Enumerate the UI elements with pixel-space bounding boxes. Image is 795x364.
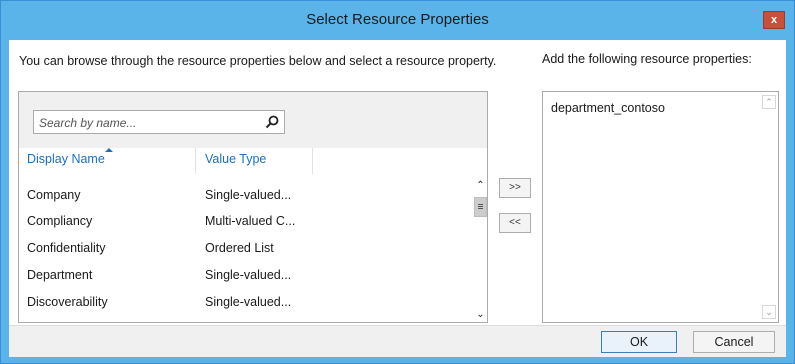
scroll-down-icon[interactable]: ⌄ xyxy=(762,305,776,319)
cancel-button[interactable]: Cancel xyxy=(693,331,775,353)
search-icon[interactable] xyxy=(264,114,280,130)
row-display-name: Department xyxy=(27,268,93,282)
scroll-thumb[interactable] xyxy=(474,197,487,217)
row-value-type: Single-valued... xyxy=(205,188,292,202)
ok-button[interactable]: OK xyxy=(601,331,677,353)
column-separator[interactable] xyxy=(195,148,196,174)
vertical-scrollbar[interactable]: ⌃ ⌄ xyxy=(473,178,487,322)
row-value-type: Ordered List xyxy=(205,241,274,255)
row-display-name: Compliancy xyxy=(27,214,93,228)
title-bar[interactable]: Select Resource Properties x xyxy=(1,1,794,40)
row-display-name: Discoverability xyxy=(27,295,108,309)
column-separator[interactable] xyxy=(312,148,313,174)
row-display-name: Company xyxy=(27,188,81,202)
sort-ascending-icon xyxy=(105,148,113,152)
column-header-display-name[interactable]: Display Name xyxy=(27,152,105,166)
dialog-window: Select Resource Properties x You can bro… xyxy=(0,0,795,364)
table-row[interactable]: Discoverability Single-valued... xyxy=(19,291,469,317)
selected-properties-list[interactable]: department_contoso ⌃ ⌄ xyxy=(542,91,779,323)
instructions-text: You can browse through the resource prop… xyxy=(19,54,497,68)
list-item[interactable]: department_contoso xyxy=(551,101,665,115)
scroll-up-icon[interactable]: ⌃ xyxy=(473,178,487,194)
selected-properties-label: Add the following resource properties: xyxy=(542,52,752,66)
dialog-body: You can browse through the resource prop… xyxy=(9,40,786,325)
search-placeholder: Search by name... xyxy=(39,116,137,130)
search-area: Search by name... xyxy=(19,92,487,148)
column-header-value-type[interactable]: Value Type xyxy=(205,152,266,166)
row-value-type: Single-valued... xyxy=(205,268,292,282)
grip-icon xyxy=(478,204,483,205)
scroll-down-icon[interactable]: ⌄ xyxy=(473,307,487,322)
close-button[interactable]: x xyxy=(763,11,785,29)
row-display-name: Confidentiality xyxy=(27,241,106,255)
dialog-footer: OK Cancel xyxy=(9,325,786,357)
remove-property-button[interactable]: << xyxy=(499,213,531,233)
available-properties-panel: Search by name... Display Name Value Typ… xyxy=(18,91,488,323)
table-row[interactable]: Compliancy Multi-valued C... xyxy=(19,210,469,236)
table-row[interactable]: Department Single-valued... xyxy=(19,264,469,290)
table-row[interactable]: Confidentiality Ordered List xyxy=(19,237,469,263)
row-value-type: Multi-valued C... xyxy=(205,214,296,228)
row-value-type: Single-valued... xyxy=(205,295,292,309)
scroll-up-icon[interactable]: ⌃ xyxy=(762,95,776,109)
table-row[interactable]: Company Single-valued... xyxy=(19,184,469,210)
dialog-title: Select Resource Properties xyxy=(306,11,489,28)
search-input[interactable]: Search by name... xyxy=(33,110,285,134)
add-property-button[interactable]: >> xyxy=(499,178,531,198)
